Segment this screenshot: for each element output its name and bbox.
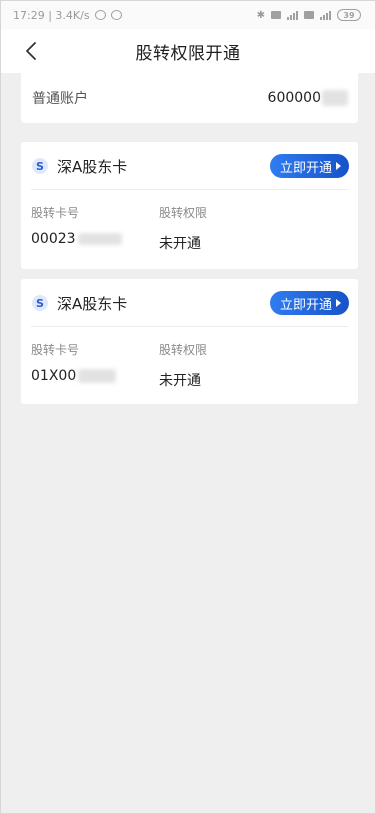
chevron-left-icon xyxy=(26,42,36,60)
account-label: 普通账户 xyxy=(32,91,88,107)
notification-icon xyxy=(94,10,106,20)
card-number-label: 股转卡号 xyxy=(31,206,80,220)
card-name: 深A股东卡 xyxy=(57,157,128,176)
open-now-label: 立即开通 xyxy=(279,296,332,312)
bluetooth-icon: ✱ xyxy=(256,9,265,21)
back-button[interactable] xyxy=(19,39,43,63)
card-name: 深A股东卡 xyxy=(57,294,128,313)
nav-header: 股转权限开通 xyxy=(1,29,375,73)
masked-digits xyxy=(322,90,348,106)
shareholder-card-1: S 深A股东卡 立即开通 股转卡号 00023 股转权限 未开通 xyxy=(21,142,358,269)
signal-icon-2 xyxy=(320,10,331,20)
open-now-button[interactable]: 立即开通 xyxy=(269,291,349,315)
permission-status: 未开通 xyxy=(159,373,201,389)
permission-label: 股转权限 xyxy=(159,343,208,357)
card-number-value: 00023 xyxy=(31,231,159,247)
status-time: 17:29 | 3.4K/s xyxy=(13,8,90,22)
card-number-value: 01X00 xyxy=(31,368,159,384)
status-bar: 17:29 | 3.4K/s ✱ 39 xyxy=(1,1,375,29)
page-title: 股转权限开通 xyxy=(135,43,241,64)
account-value: 600000 xyxy=(268,90,348,106)
hd-icon-2 xyxy=(304,11,314,19)
app-frame: 17:29 | 3.4K/s ✱ 39 股转权限开通 普通账户 600000 S… xyxy=(0,0,376,814)
shareholder-card-2: S 深A股东卡 立即开通 股转卡号 01X00 股转权限 未开通 xyxy=(21,279,358,404)
signal-icon xyxy=(287,10,298,20)
masked-digits xyxy=(77,233,122,245)
alarm-icon xyxy=(110,10,122,20)
open-now-button[interactable]: 立即开通 xyxy=(269,154,349,178)
caret-right-icon xyxy=(336,299,341,307)
masked-digits xyxy=(78,369,117,383)
permission-status: 未开通 xyxy=(159,236,201,252)
hd-icon xyxy=(271,11,281,19)
account-card: 普通账户 600000 xyxy=(21,73,358,123)
card-number-label: 股转卡号 xyxy=(31,343,80,357)
open-now-label: 立即开通 xyxy=(279,159,332,175)
exchange-logo-icon: S xyxy=(32,295,48,311)
battery-icon: 39 xyxy=(337,9,361,21)
permission-label: 股转权限 xyxy=(159,206,208,220)
caret-right-icon xyxy=(336,162,341,170)
exchange-logo-icon: S xyxy=(32,158,48,174)
